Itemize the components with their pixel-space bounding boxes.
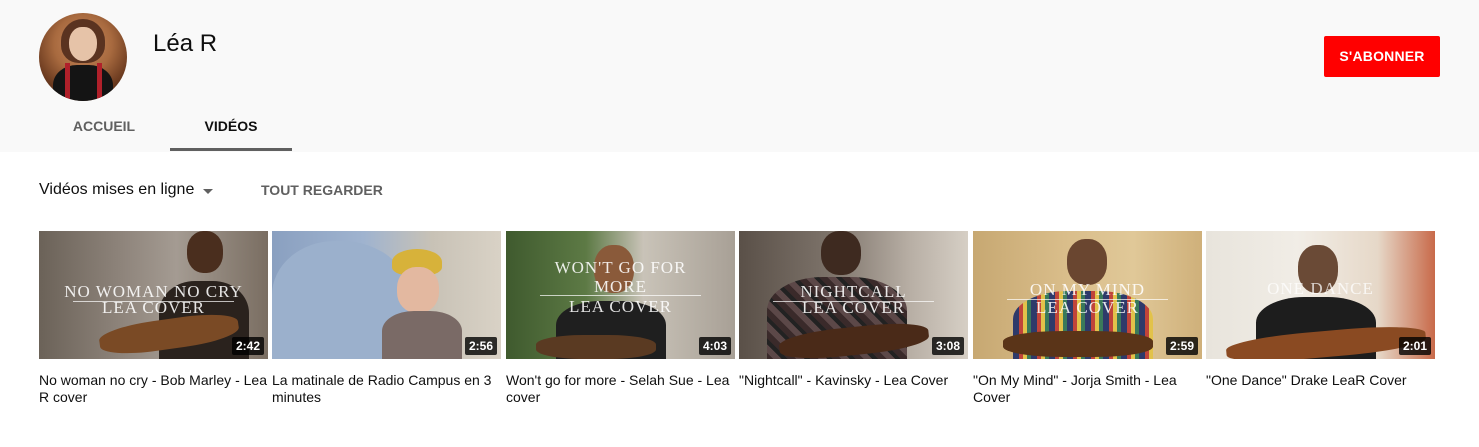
video-title[interactable]: "One Dance" Drake LeaR Cover [1206,372,1435,389]
video-title[interactable]: "Nightcall" - Kavinsky - Lea Cover [739,372,968,389]
video-card[interactable]: ONE DANCE 2:01 "One Dance" Drake LeaR Co… [1206,231,1435,389]
avatar-face [69,27,97,61]
active-tab-indicator [170,148,292,151]
channel-avatar[interactable] [39,13,127,101]
video-thumbnail[interactable]: NO WOMAN NO CRY LEA COVER 2:42 [39,231,268,359]
thumb-overlay-text: ONE DANCE [1267,279,1374,298]
thumb-overlay-text: MORE [593,277,648,296]
play-all-button[interactable]: TOUT REGARDER [261,182,383,198]
sort-label: Vidéos mises en ligne [39,181,195,198]
thumb-overlay-text: LEA COVER [1036,298,1139,317]
subscribe-button[interactable]: S'ABONNER [1324,36,1440,77]
avatar-strap [65,63,70,101]
video-duration-badge: 2:59 [1165,337,1198,355]
sort-dropdown[interactable]: Vidéos mises en ligne [39,181,214,199]
thumb-guitar [1003,331,1153,357]
video-card[interactable]: NIGHTCALL LEA COVER 3:08 "Nightcall" - K… [739,231,968,389]
tab-videos[interactable]: VIDÉOS [170,100,292,152]
video-thumbnail[interactable]: ON MY MIND LEA COVER 2:59 [973,231,1202,359]
thumb-figure [1067,239,1107,285]
avatar-body [53,65,113,101]
thumb-figure [187,231,223,273]
video-title[interactable]: Won't go for more - Selah Sue - Lea cove… [506,372,735,406]
video-title[interactable]: "On My Mind" - Jorja Smith - Lea Cover [973,372,1202,406]
video-duration-badge: 3:08 [931,337,964,355]
channel-name: Léa R [153,30,218,57]
video-thumbnail[interactable]: 2:56 [272,231,501,359]
video-duration-badge: 2:42 [231,337,264,355]
thumb-overlay-text: LEA COVER [102,298,205,317]
thumb-guitar [536,335,656,359]
video-thumbnail[interactable]: WON'T GO FOR MORE LEA COVER 4:03 [506,231,735,359]
video-card[interactable]: ON MY MIND LEA COVER 2:59 "On My Mind" -… [973,231,1202,406]
video-card[interactable]: 2:56 La matinale de Radio Campus en 3 mi… [272,231,501,406]
thumb-overlay-text: WON'T GO FOR [554,258,687,277]
thumb-figure [382,311,462,359]
video-thumbnail[interactable]: NIGHTCALL LEA COVER 3:08 [739,231,968,359]
video-title[interactable]: No woman no cry - Bob Marley - Lea R cov… [39,372,268,406]
thumb-overlay-text: LEA COVER [569,297,672,316]
avatar-strap [97,63,102,101]
thumb-overlay-rule [540,295,701,296]
video-thumbnail[interactable]: ONE DANCE 2:01 [1206,231,1435,359]
chevron-down-icon [203,188,214,194]
thumb-overlay-text: ON MY MIND [1029,280,1146,299]
video-title[interactable]: La matinale de Radio Campus en 3 minutes [272,372,501,406]
video-card[interactable]: NO WOMAN NO CRY LEA COVER 2:42 No woman … [39,231,268,406]
video-duration-badge: 2:56 [464,337,497,355]
thumb-overlay-text: LEA COVER [802,298,905,317]
thumb-figure [821,231,861,275]
tab-home[interactable]: ACCUEIL [39,100,169,152]
video-duration-badge: 2:01 [1398,337,1431,355]
video-duration-badge: 4:03 [698,337,731,355]
thumb-face [397,267,439,313]
channel-header: Léa R S'ABONNER ACCUEIL VIDÉOS [0,0,1479,152]
video-card[interactable]: WON'T GO FOR MORE LEA COVER 4:03 Won't g… [506,231,735,406]
